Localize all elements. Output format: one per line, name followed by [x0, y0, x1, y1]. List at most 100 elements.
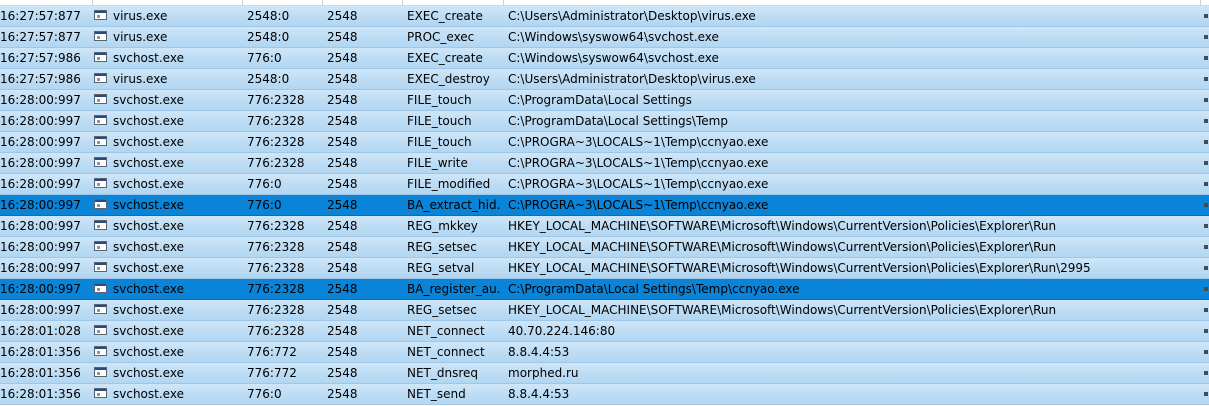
- overflow-marker-icon: [1203, 216, 1209, 236]
- table-row[interactable]: 16:27:57:877 virus.exe 2548:0 2548 PROC_exec…: [0, 27, 1209, 48]
- cell-pid: 776:0: [247, 387, 282, 401]
- cell-process-name: svchost.exe: [113, 282, 184, 296]
- header-separator[interactable]: [92, 0, 93, 5]
- window-app-icon: [94, 199, 107, 209]
- cell-action: REG_setsec: [407, 303, 477, 317]
- window-app-icon: [94, 325, 107, 335]
- cell-pid: 776:2328: [247, 114, 305, 128]
- cell-pid: 776:2328: [247, 324, 305, 338]
- cell-time: 16:28:00:997: [0, 177, 81, 191]
- table-row[interactable]: 16:28:00:997 svchost.exe 776:2328 2548 BA_re…: [0, 279, 1209, 300]
- table-row[interactable]: 16:28:00:997 svchost.exe 776:0 2548 BA_extra…: [0, 195, 1209, 216]
- window-app-icon: [94, 115, 107, 125]
- overflow-marker-icon: [1203, 258, 1209, 278]
- overflow-marker-icon: [1203, 6, 1209, 26]
- overflow-marker-icon: [1203, 279, 1209, 299]
- table-row[interactable]: 16:28:00:997 svchost.exe 776:2328 2548 FILE_…: [0, 111, 1209, 132]
- table-row[interactable]: 16:28:00:997 svchost.exe 776:2328 2548 REG_s…: [0, 300, 1209, 321]
- event-log-table: 16:27:57:877 virus.exe 2548:0 2548 EXEC_crea…: [0, 0, 1209, 406]
- cell-action: EXEC_create: [407, 51, 483, 65]
- overflow-marker-icon: [1203, 195, 1209, 215]
- table-row[interactable]: 16:28:01:356 svchost.exe 776:772 2548 NET_co…: [0, 342, 1209, 363]
- cell-action: PROC_exec: [407, 30, 475, 44]
- table-row[interactable]: 16:28:00:997 svchost.exe 776:2328 2548 REG_s…: [0, 258, 1209, 279]
- cell-path: C:\PROGRA~3\LOCALS~1\Temp\ccnyao.exe: [508, 156, 769, 170]
- cell-ppid: 2548: [327, 93, 358, 107]
- cell-ppid: 2548: [327, 282, 358, 296]
- cell-pid: 776:2328: [247, 219, 305, 233]
- cell-process-name: svchost.exe: [113, 240, 184, 254]
- window-app-icon: [94, 178, 107, 188]
- cell-pid: 776:2328: [247, 261, 305, 275]
- header-separator[interactable]: [242, 0, 243, 5]
- cell-path: 40.70.224.146:80: [508, 324, 616, 338]
- cell-action: FILE_touch: [407, 135, 472, 149]
- cell-ppid: 2548: [327, 387, 358, 401]
- cell-process-name: svchost.exe: [113, 366, 184, 380]
- cell-time: 16:28:00:997: [0, 156, 81, 170]
- cell-action: FILE_touch: [407, 93, 472, 107]
- cell-pid: 776:2328: [247, 135, 305, 149]
- cell-action: BA_register_au...: [407, 282, 501, 296]
- table-row[interactable]: 16:27:57:877 virus.exe 2548:0 2548 EXEC_crea…: [0, 6, 1209, 27]
- table-row[interactable]: 16:28:01:028 svchost.exe 776:2328 2548 NET_c…: [0, 321, 1209, 342]
- cell-path: C:\ProgramData\Local Settings\Temp\ccnya…: [508, 282, 800, 296]
- table-row[interactable]: 16:28:01:356 svchost.exe 776:0 2548 NET_send…: [0, 384, 1209, 405]
- table-row[interactable]: 16:28:00:997 svchost.exe 776:2328 2548 FILE_…: [0, 153, 1209, 174]
- cell-pid: 776:2328: [247, 303, 305, 317]
- cell-ppid: 2548: [327, 303, 358, 317]
- cell-ppid: 2548: [327, 219, 358, 233]
- overflow-marker-icon: [1203, 48, 1209, 68]
- cell-action: FILE_modified: [407, 177, 491, 191]
- cell-action: NET_connect: [407, 345, 485, 359]
- overflow-marker-icon: [1203, 342, 1209, 362]
- cell-action: REG_mkkey: [407, 219, 478, 233]
- window-app-icon: [94, 52, 107, 62]
- cell-ppid: 2548: [327, 366, 358, 380]
- table-row[interactable]: 16:28:00:997 svchost.exe 776:2328 2548 REG_m…: [0, 216, 1209, 237]
- overflow-marker-icon: [1203, 300, 1209, 320]
- cell-action: NET_connect: [407, 324, 485, 338]
- cell-path: C:\ProgramData\Local Settings\Temp: [508, 114, 728, 128]
- overflow-marker-icon: [1203, 174, 1209, 194]
- header-separator[interactable]: [503, 0, 504, 5]
- cell-action: EXEC_create: [407, 9, 483, 23]
- cell-path: C:\Windows\syswow64\svchost.exe: [508, 30, 719, 44]
- cell-path: 8.8.4.4:53: [508, 345, 570, 359]
- cell-ppid: 2548: [327, 72, 358, 86]
- overflow-marker-icon: [1203, 132, 1209, 152]
- overflow-marker-icon: [1203, 321, 1209, 341]
- header-separator[interactable]: [1200, 0, 1201, 5]
- cell-ppid: 2548: [327, 198, 358, 212]
- cell-path: HKEY_LOCAL_MACHINE\SOFTWARE\Microsoft\Wi…: [508, 261, 1091, 275]
- cell-process-name: virus.exe: [113, 9, 168, 23]
- cell-process-name: svchost.exe: [113, 135, 184, 149]
- window-app-icon: [94, 262, 107, 272]
- cell-process-name: svchost.exe: [113, 177, 184, 191]
- cell-pid: 2548:0: [247, 9, 290, 23]
- cell-pid: 776:2328: [247, 156, 305, 170]
- overflow-marker-icon: [1203, 111, 1209, 131]
- cell-process-name: svchost.exe: [113, 387, 184, 401]
- table-row[interactable]: 16:28:00:997 svchost.exe 776:0 2548 FILE_mod…: [0, 174, 1209, 195]
- table-row[interactable]: 16:28:01:356 svchost.exe 776:772 2548 NET_dn…: [0, 363, 1209, 384]
- window-app-icon: [94, 73, 107, 83]
- table-row[interactable]: 16:27:57:986 svchost.exe 776:0 2548 EXEC_cre…: [0, 48, 1209, 69]
- header-separator[interactable]: [402, 0, 403, 5]
- cell-time: 16:27:57:877: [0, 9, 81, 23]
- table-row[interactable]: 16:28:00:997 svchost.exe 776:2328 2548 REG_s…: [0, 237, 1209, 258]
- window-app-icon: [94, 304, 107, 314]
- cell-ppid: 2548: [327, 345, 358, 359]
- cell-pid: 776:2328: [247, 93, 305, 107]
- header-separator[interactable]: [322, 0, 323, 5]
- cell-ppid: 2548: [327, 114, 358, 128]
- table-row[interactable]: 16:28:00:997 svchost.exe 776:2328 2548 FILE_…: [0, 132, 1209, 153]
- cell-action: NET_send: [407, 387, 466, 401]
- table-row[interactable]: 16:27:57:986 virus.exe 2548:0 2548 EXEC_dest…: [0, 69, 1209, 90]
- cell-path: C:\Windows\syswow64\svchost.exe: [508, 51, 719, 65]
- cell-action: NET_dnsreq: [407, 366, 479, 380]
- cell-time: 16:28:00:997: [0, 135, 81, 149]
- cell-path: C:\PROGRA~3\LOCALS~1\Temp\ccnyao.exe: [508, 198, 769, 212]
- table-row[interactable]: 16:28:00:997 svchost.exe 776:2328 2548 FILE_…: [0, 90, 1209, 111]
- overflow-marker-icon: [1203, 363, 1209, 383]
